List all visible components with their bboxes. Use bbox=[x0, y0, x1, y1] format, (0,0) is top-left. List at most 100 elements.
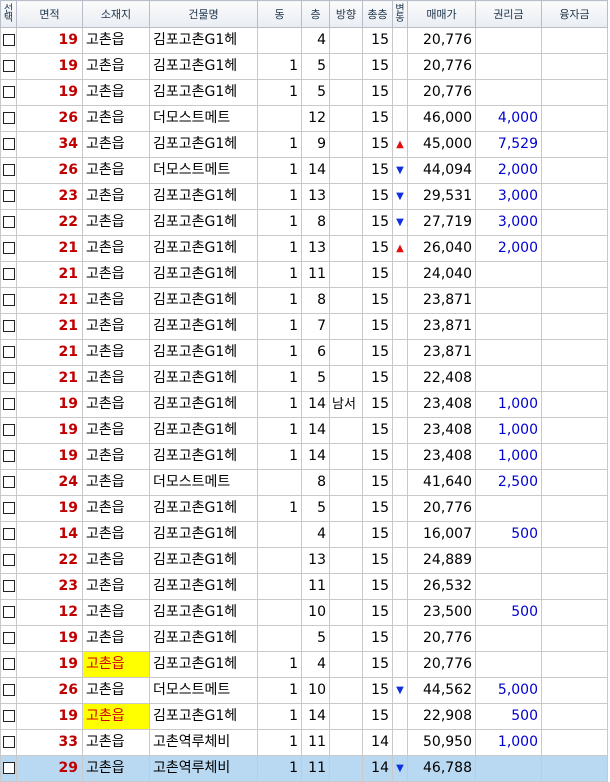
row-select-checkbox-cell[interactable] bbox=[0, 469, 17, 496]
cell-sale-price: 24,889 bbox=[407, 547, 476, 574]
table-row[interactable]: 19 고촌읍 김포고촌G1헤 1 14 남서 15 23,408 1,000 bbox=[0, 391, 608, 418]
row-select-checkbox-cell[interactable] bbox=[0, 79, 17, 106]
row-select-checkbox[interactable] bbox=[2, 372, 15, 384]
header-dong[interactable]: 동 bbox=[257, 0, 302, 28]
row-select-checkbox[interactable] bbox=[2, 528, 15, 540]
row-select-checkbox[interactable] bbox=[2, 762, 15, 774]
row-select-checkbox[interactable] bbox=[2, 138, 15, 150]
table-row[interactable]: 26 고촌읍 더모스트메트 1 10 15 ▼ 44,562 5,000 bbox=[0, 677, 608, 704]
table-row[interactable]: 19 고촌읍 김포고촌G1헤 1 5 15 20,776 bbox=[0, 79, 608, 106]
row-select-checkbox-cell[interactable] bbox=[0, 183, 17, 210]
row-select-checkbox[interactable] bbox=[2, 346, 15, 358]
row-select-checkbox[interactable] bbox=[2, 34, 15, 46]
row-select-checkbox-cell[interactable] bbox=[0, 339, 17, 366]
table-row[interactable]: 22 고촌읍 김포고촌G1헤 1 8 15 ▼ 27,719 3,000 bbox=[0, 209, 608, 236]
row-select-checkbox[interactable] bbox=[2, 606, 15, 618]
row-select-checkbox[interactable] bbox=[2, 242, 15, 254]
table-row[interactable]: 19 고촌읍 김포고촌G1헤 1 4 15 20,776 bbox=[0, 651, 608, 678]
row-select-checkbox-cell[interactable] bbox=[0, 729, 17, 756]
row-select-checkbox-cell[interactable] bbox=[0, 209, 17, 236]
table-row[interactable]: 21 고촌읍 김포고촌G1헤 1 8 15 23,871 bbox=[0, 287, 608, 314]
table-row[interactable]: 21 고촌읍 김포고촌G1헤 1 13 15 ▲ 26,040 2,000 bbox=[0, 235, 608, 262]
row-select-checkbox-cell[interactable] bbox=[0, 313, 17, 340]
row-select-checkbox[interactable] bbox=[2, 554, 15, 566]
table-row[interactable]: 23 고촌읍 김포고촌G1헤 11 15 26,532 bbox=[0, 573, 608, 600]
header-premium[interactable]: 권리금 bbox=[475, 0, 542, 28]
table-row[interactable]: 26 고촌읍 더모스트메트 12 15 46,000 4,000 bbox=[0, 105, 608, 132]
row-select-checkbox[interactable] bbox=[2, 424, 15, 436]
table-row[interactable]: 19 고촌읍 김포고촌G1헤 1 14 15 23,408 1,000 bbox=[0, 417, 608, 444]
table-row[interactable]: 21 고촌읍 김포고촌G1헤 1 7 15 23,871 bbox=[0, 313, 608, 340]
row-select-checkbox[interactable] bbox=[2, 580, 15, 592]
row-select-checkbox[interactable] bbox=[2, 658, 15, 670]
row-select-checkbox[interactable] bbox=[2, 684, 15, 696]
row-select-checkbox-cell[interactable] bbox=[0, 755, 17, 782]
header-building[interactable]: 건물명 bbox=[149, 0, 258, 28]
row-select-checkbox-cell[interactable] bbox=[0, 547, 17, 574]
row-select-checkbox-cell[interactable] bbox=[0, 261, 17, 288]
row-select-checkbox[interactable] bbox=[2, 710, 15, 722]
header-area[interactable]: 면적 bbox=[16, 0, 83, 28]
row-select-checkbox-cell[interactable] bbox=[0, 131, 17, 158]
header-sale-price[interactable]: 매매가 bbox=[407, 0, 476, 28]
row-select-checkbox-cell[interactable] bbox=[0, 105, 17, 132]
row-select-checkbox[interactable] bbox=[2, 736, 15, 748]
table-row[interactable]: 21 고촌읍 김포고촌G1헤 1 5 15 22,408 bbox=[0, 365, 608, 392]
row-select-checkbox[interactable] bbox=[2, 320, 15, 332]
row-select-checkbox-cell[interactable] bbox=[0, 677, 17, 704]
row-select-checkbox-cell[interactable] bbox=[0, 391, 17, 418]
table-row[interactable]: 29 고촌읍 고촌역루체비 1 11 14 ▼ 46,788 bbox=[0, 755, 608, 782]
row-select-checkbox-cell[interactable] bbox=[0, 703, 17, 730]
header-direction[interactable]: 방향 bbox=[329, 0, 363, 28]
row-select-checkbox[interactable] bbox=[2, 268, 15, 280]
table-row[interactable]: 19 고촌읍 김포고촌G1헤 1 14 15 22,908 500 bbox=[0, 703, 608, 730]
row-select-checkbox[interactable] bbox=[2, 164, 15, 176]
row-select-checkbox-cell[interactable] bbox=[0, 521, 17, 548]
row-select-checkbox[interactable] bbox=[2, 450, 15, 462]
table-row[interactable]: 21 고촌읍 김포고촌G1헤 1 6 15 23,871 bbox=[0, 339, 608, 366]
row-select-checkbox-cell[interactable] bbox=[0, 53, 17, 80]
row-select-checkbox-cell[interactable] bbox=[0, 495, 17, 522]
row-select-checkbox-cell[interactable] bbox=[0, 625, 17, 652]
row-select-checkbox-cell[interactable] bbox=[0, 365, 17, 392]
header-total-floors[interactable]: 총층 bbox=[362, 0, 393, 28]
row-select-checkbox-cell[interactable] bbox=[0, 573, 17, 600]
row-select-checkbox[interactable] bbox=[2, 86, 15, 98]
header-select[interactable]: 선택 bbox=[0, 0, 17, 28]
table-row[interactable]: 23 고촌읍 김포고촌G1헤 1 13 15 ▼ 29,531 3,000 bbox=[0, 183, 608, 210]
row-select-checkbox-cell[interactable] bbox=[0, 157, 17, 184]
header-floor[interactable]: 층 bbox=[301, 0, 330, 28]
row-select-checkbox-cell[interactable] bbox=[0, 417, 17, 444]
header-change[interactable]: 변동 bbox=[392, 0, 408, 28]
row-select-checkbox[interactable] bbox=[2, 502, 15, 514]
row-select-checkbox-cell[interactable] bbox=[0, 443, 17, 470]
row-select-checkbox-cell[interactable] bbox=[0, 27, 17, 54]
row-select-checkbox[interactable] bbox=[2, 112, 15, 124]
header-loan[interactable]: 융자금 bbox=[541, 0, 608, 28]
row-select-checkbox-cell[interactable] bbox=[0, 599, 17, 626]
table-row[interactable]: 19 고촌읍 김포고촌G1헤 1 5 15 20,776 bbox=[0, 53, 608, 80]
table-row[interactable]: 34 고촌읍 김포고촌G1헤 1 9 15 ▲ 45,000 7,529 bbox=[0, 131, 608, 158]
row-select-checkbox[interactable] bbox=[2, 476, 15, 488]
table-row[interactable]: 26 고촌읍 더모스트메트 1 14 15 ▼ 44,094 2,000 bbox=[0, 157, 608, 184]
table-row[interactable]: 19 고촌읍 김포고촌G1헤 1 14 15 23,408 1,000 bbox=[0, 443, 608, 470]
table-row[interactable]: 19 고촌읍 김포고촌G1헤 4 15 20,776 bbox=[0, 27, 608, 54]
table-row[interactable]: 33 고촌읍 고촌역루체비 1 11 14 50,950 1,000 bbox=[0, 729, 608, 756]
header-location[interactable]: 소재지 bbox=[82, 0, 150, 28]
row-select-checkbox[interactable] bbox=[2, 60, 15, 72]
table-row[interactable]: 14 고촌읍 김포고촌G1헤 4 15 16,007 500 bbox=[0, 521, 608, 548]
row-select-checkbox-cell[interactable] bbox=[0, 287, 17, 314]
row-select-checkbox[interactable] bbox=[2, 294, 15, 306]
table-row[interactable]: 22 고촌읍 김포고촌G1헤 13 15 24,889 bbox=[0, 547, 608, 574]
row-select-checkbox[interactable] bbox=[2, 190, 15, 202]
table-row[interactable]: 19 고촌읍 김포고촌G1헤 1 5 15 20,776 bbox=[0, 495, 608, 522]
table-row[interactable]: 19 고촌읍 김포고촌G1헤 5 15 20,776 bbox=[0, 625, 608, 652]
table-row[interactable]: 12 고촌읍 김포고촌G1헤 10 15 23,500 500 bbox=[0, 599, 608, 626]
row-select-checkbox[interactable] bbox=[2, 632, 15, 644]
table-row[interactable]: 24 고촌읍 더모스트메트 8 15 41,640 2,500 bbox=[0, 469, 608, 496]
row-select-checkbox[interactable] bbox=[2, 398, 15, 410]
row-select-checkbox-cell[interactable] bbox=[0, 651, 17, 678]
table-row[interactable]: 21 고촌읍 김포고촌G1헤 1 11 15 24,040 bbox=[0, 261, 608, 288]
row-select-checkbox[interactable] bbox=[2, 216, 15, 228]
row-select-checkbox-cell[interactable] bbox=[0, 235, 17, 262]
